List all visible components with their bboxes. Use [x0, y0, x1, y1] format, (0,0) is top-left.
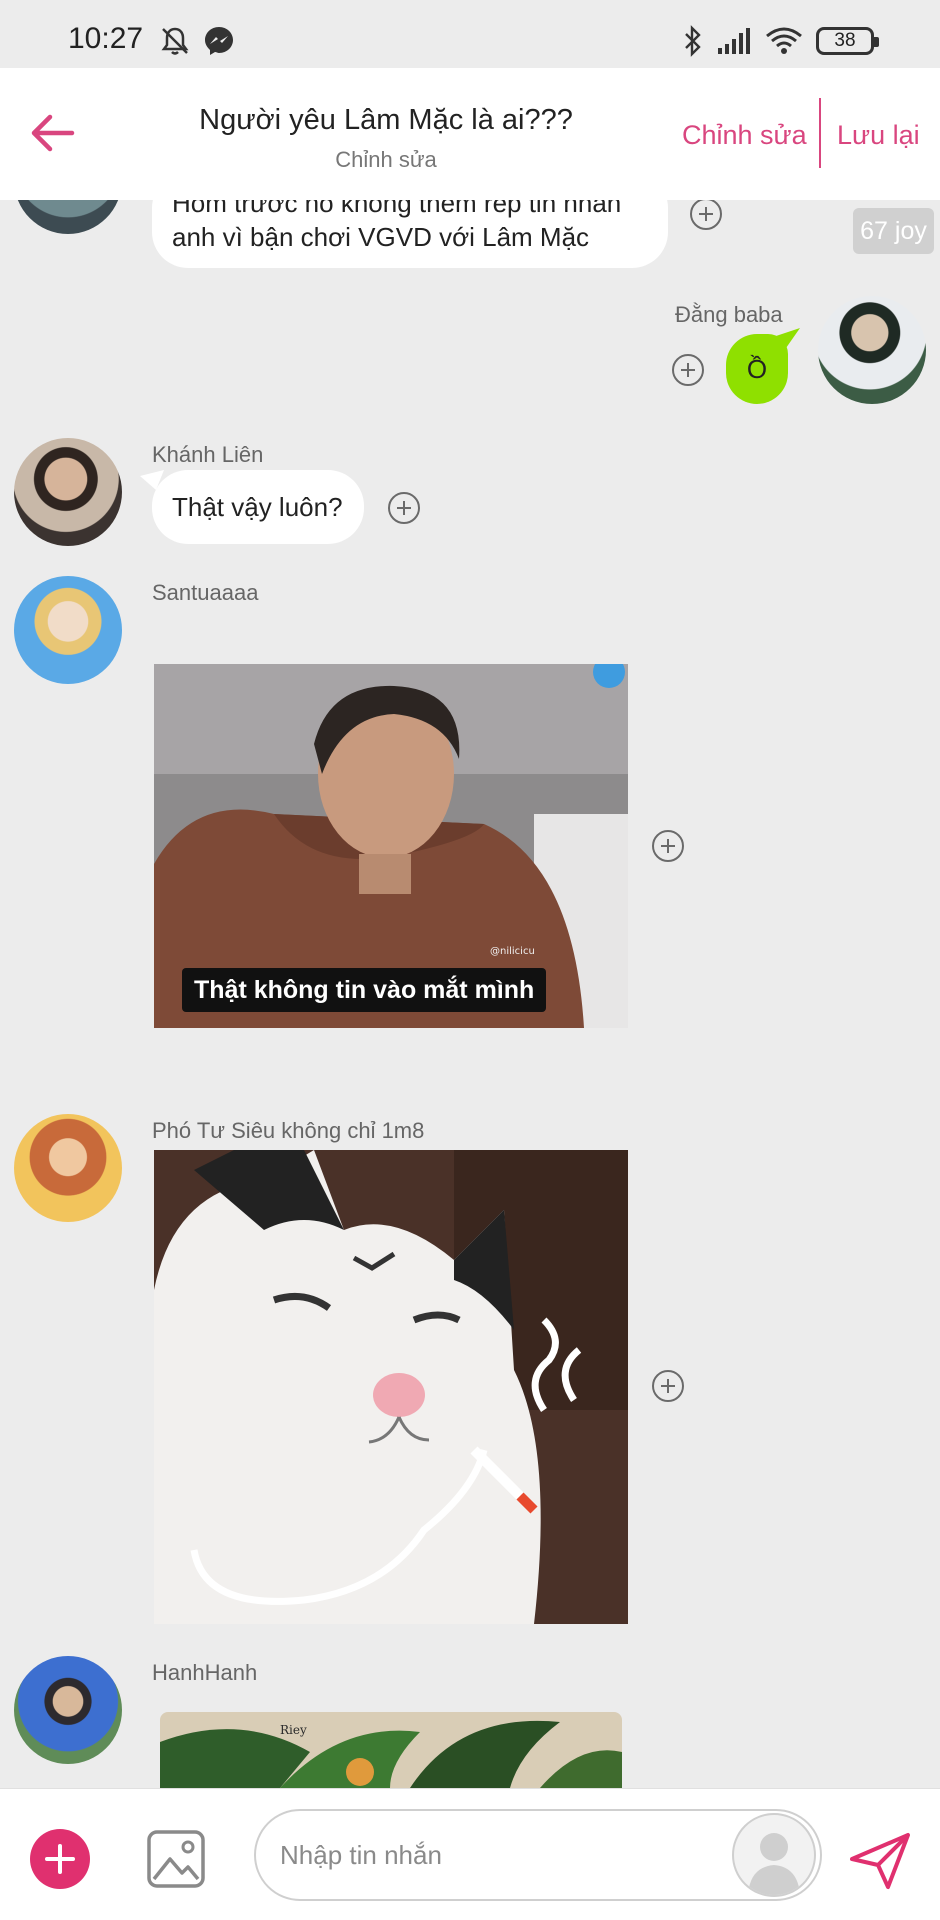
cat-meme-photo	[154, 1150, 628, 1624]
message-bubble[interactable]: Thật vậy luôn?	[152, 470, 364, 544]
sender-name: Khánh Liên	[152, 442, 264, 467]
plant-photo: Riey	[160, 1712, 622, 1788]
chat-title: Người yêu Lâm Mặc là ai???	[199, 104, 573, 136]
header-divider	[819, 98, 821, 168]
joy-badge: 67 joy	[853, 208, 934, 254]
mute-icon	[161, 27, 189, 55]
avatar[interactable]	[14, 200, 122, 234]
add-reaction-button[interactable]	[690, 200, 722, 230]
message-bubble[interactable]: Hôm trước nó không thèm rep tin nhắn anh…	[152, 200, 668, 268]
battery-icon: 38	[816, 27, 879, 55]
bubble-tail-icon	[140, 470, 164, 490]
add-reaction-button[interactable]	[672, 354, 704, 386]
message-text: Thật vậy luôn?	[172, 492, 343, 522]
avatar[interactable]	[818, 296, 926, 404]
status-time: 10:27	[68, 22, 144, 55]
avatar[interactable]	[14, 576, 122, 684]
message-text-line: Hôm trước nó không thèm rep tin nhắn	[172, 200, 622, 218]
chat-header: Người yêu Lâm Mặc là ai??? Chỉnh sửa Chỉ…	[0, 68, 940, 200]
message-text: Ồ	[746, 354, 768, 384]
add-reaction-button[interactable]	[652, 830, 684, 862]
message-input[interactable]	[280, 1811, 710, 1899]
watermark-text: Riey	[280, 1723, 307, 1737]
avatar[interactable]	[14, 438, 122, 546]
edit-button[interactable]: Chỉnh sửa	[682, 120, 807, 151]
save-button[interactable]: Lưu lại	[837, 120, 920, 151]
message-input-container[interactable]	[254, 1809, 822, 1901]
send-icon[interactable]	[848, 1831, 912, 1891]
status-bar: 10:27 38	[0, 0, 940, 68]
image-message[interactable]: Riey	[160, 1712, 622, 1788]
image-message[interactable]	[154, 1150, 628, 1624]
bubble-tail-icon	[776, 328, 800, 348]
chat-subtitle: Chỉnh sửa	[335, 147, 437, 172]
back-arrow-icon[interactable]	[28, 108, 78, 158]
avatar[interactable]	[14, 1114, 122, 1222]
messenger-icon	[205, 27, 233, 55]
image-picker-icon[interactable]	[146, 1829, 206, 1889]
user-avatar-icon[interactable]	[732, 1813, 816, 1897]
add-attachment-button[interactable]	[30, 1829, 90, 1889]
default-avatar-icon	[748, 1833, 800, 1895]
add-reaction-button[interactable]	[652, 1370, 684, 1402]
wifi-icon	[766, 27, 802, 54]
image-message[interactable]: @nilicicu Thật không tin vào mắt mình	[154, 664, 628, 1028]
sender-name: Santuaaaa	[152, 580, 259, 605]
status-icons: 38	[682, 24, 879, 58]
message-text-line: anh vì bận chơi VGVD với Lâm Mặc	[172, 222, 590, 252]
signal-icon	[718, 28, 750, 54]
watermark-text: @nilicicu	[490, 946, 535, 957]
bluetooth-icon	[685, 25, 701, 57]
sender-name: HanhHanh	[152, 1660, 258, 1685]
sender-name: Phó Tư Siêu không chỉ 1m8	[152, 1118, 425, 1143]
message-list[interactable]: Hôm trước nó không thèm rep tin nhắn anh…	[0, 200, 940, 1788]
add-reaction-button[interactable]	[388, 492, 420, 524]
image-caption: Thật không tin vào mắt mình	[182, 968, 547, 1012]
sender-name: Đằng baba	[675, 302, 783, 327]
avatar[interactable]	[14, 1656, 122, 1764]
composer-bar	[0, 1788, 940, 1920]
